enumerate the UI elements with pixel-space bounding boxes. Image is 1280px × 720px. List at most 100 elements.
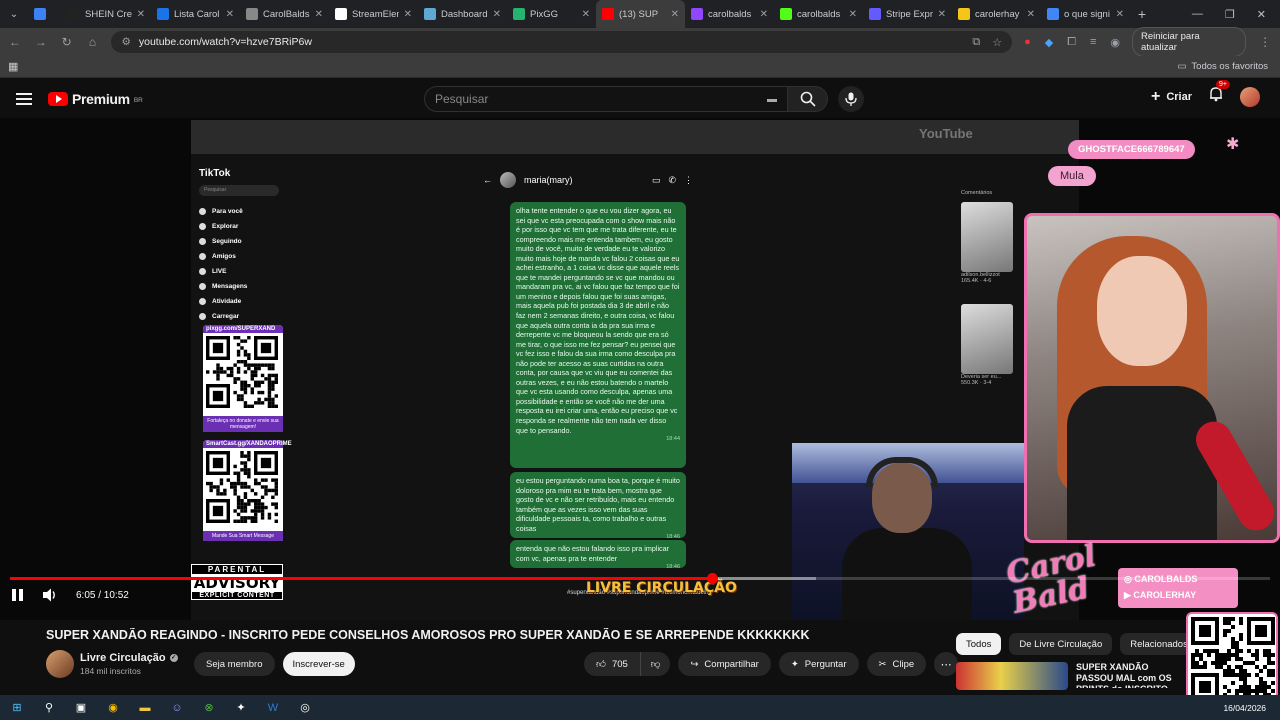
search-input[interactable]: Pesquisar ▬ — [424, 86, 788, 112]
microphone-icon — [845, 92, 857, 106]
reload-icon[interactable]: ↻ — [60, 35, 74, 49]
chat-message-2-text: eu estou perguntando numa boa ta, porque… — [516, 476, 680, 533]
close-tab-icon[interactable]: ✕ — [760, 9, 768, 20]
browser-tab[interactable]: Dashboard ✕ — [418, 0, 507, 28]
chip-all[interactable]: Todos — [956, 633, 1002, 655]
browser-tab[interactable]: Stripe Expr ✕ — [863, 0, 952, 28]
menu-icon[interactable] — [16, 93, 32, 105]
dislike-button[interactable]: 👎︎ — [640, 652, 671, 676]
site-info-icon[interactable]: ⚙ — [121, 36, 130, 48]
close-tab-icon[interactable]: ✕ — [671, 9, 679, 20]
clip-button[interactable]: ✂ Clipe — [866, 652, 927, 676]
channel-avatar[interactable] — [46, 650, 74, 678]
back-icon[interactable]: ← — [8, 35, 22, 49]
extensions-puzzle-icon[interactable]: ⧠ — [1067, 36, 1076, 49]
close-tab-icon[interactable]: ✕ — [938, 9, 946, 20]
create-button[interactable]: + Criar — [1151, 88, 1192, 106]
tiktok-nav-icon — [199, 223, 206, 230]
new-tab-button[interactable]: + — [1130, 6, 1154, 22]
extension-blue-icon[interactable]: ◆ — [1045, 36, 1053, 49]
chat-message-2: eu estou perguntando numa boa ta, porque… — [510, 472, 686, 540]
apps-grid-icon[interactable]: ▦ — [8, 60, 18, 73]
share-button[interactable]: ↪ Compartilhar — [678, 652, 771, 676]
chrome-icon[interactable]: ◉ — [104, 699, 122, 717]
channel-name-row[interactable]: Livre Circulação ✓ — [80, 652, 184, 664]
restore-icon[interactable]: ❐ — [1225, 8, 1235, 21]
home-icon[interactable]: ⌂ — [86, 35, 100, 49]
search-icon — [800, 91, 816, 107]
browser-tab[interactable]: ✕ — [28, 0, 62, 28]
browser-tab[interactable]: o que signi ✕ — [1041, 0, 1130, 28]
recommended-video[interactable]: SUPER XANDÃO PASSOU MAL com OS PRINTS do… — [956, 662, 1186, 690]
browser-tab[interactable]: carolerhay ✕ — [952, 0, 1041, 28]
close-tab-icon[interactable]: ✕ — [493, 9, 501, 20]
close-tab-icon[interactable]: ✕ — [582, 9, 590, 20]
account-avatar[interactable] — [1240, 86, 1260, 107]
browser-tab[interactable]: StreamElem ✕ — [329, 0, 418, 28]
ask-button[interactable]: ✦ Perguntar — [778, 652, 859, 676]
browser-tab[interactable]: (13) SUP ✕ — [596, 0, 685, 28]
pause-icon[interactable] — [12, 589, 24, 601]
phone-icon: ✆ — [668, 174, 676, 185]
qr-card-smartcast-url: SmartCast.gg/XANDAOPRIME — [203, 440, 292, 448]
qr-code-smartcast — [206, 451, 278, 523]
xbox-icon[interactable]: ⊗ — [200, 699, 218, 717]
file-explorer-icon[interactable]: ▬ — [136, 699, 154, 717]
minimize-icon[interactable]: — — [1192, 8, 1203, 21]
windows-start-icon[interactable]: ⊞ — [8, 699, 26, 717]
browser-tab[interactable]: PixGG ✕ — [507, 0, 596, 28]
address-bar[interactable]: ⚙ youtube.com/watch?v=hzve7BRiP6w ⧉ ☆ — [111, 31, 1013, 53]
advisory-top: PARENTAL — [207, 565, 267, 574]
browser-menu-icon[interactable]: ⋮ — [1258, 35, 1272, 49]
task-view-icon[interactable]: ▣ — [72, 699, 90, 717]
qr-code-pix — [206, 336, 278, 408]
close-tab-icon[interactable]: ✕ — [1116, 9, 1124, 20]
keyboard-icon[interactable]: ▬ — [767, 94, 777, 105]
restart-update-button[interactable]: Reiniciar para atualizar — [1132, 27, 1247, 57]
progress-scrubber[interactable] — [706, 573, 718, 584]
chip-from-channel[interactable]: De Livre Circulação — [1009, 633, 1113, 655]
browser-tab[interactable]: carolbalds ✕ — [685, 0, 774, 28]
search-button[interactable] — [788, 86, 828, 112]
join-button[interactable]: Seja membro — [194, 652, 275, 676]
word-icon[interactable]: W — [264, 699, 282, 717]
channel-info: Livre Circulação ✓ 184 mil inscritos — [80, 652, 184, 676]
all-favorites[interactable]: ▭ Todos os favoritos — [1177, 61, 1272, 72]
browser-tab[interactable]: CarolBalds ✕ — [240, 0, 329, 28]
browser-tab[interactable]: SHEIN Crea ✕ — [62, 0, 151, 28]
extension-red-icon[interactable]: ● — [1024, 36, 1031, 49]
taskbar-search-icon[interactable]: ⚲ — [40, 699, 58, 717]
close-tab-icon[interactable]: ✕ — [315, 9, 323, 20]
close-tab-icon[interactable]: ✕ — [1027, 9, 1035, 20]
voice-search-button[interactable] — [838, 86, 864, 112]
recommended-thumbnail[interactable] — [956, 662, 1068, 690]
browser-tab[interactable]: carolbalds ✕ — [774, 0, 863, 28]
close-tab-icon[interactable]: ✕ — [849, 9, 857, 20]
subscribe-button[interactable]: Inscrever-se — [282, 652, 355, 676]
profile-icon[interactable]: ◉ — [1110, 36, 1120, 49]
like-button[interactable]: 👍︎ 705 — [584, 652, 641, 676]
volume-icon[interactable] — [42, 588, 58, 602]
notifications-button[interactable]: 9+ — [1208, 80, 1230, 107]
browser-tab[interactable]: Lista Carol ✕ — [151, 0, 240, 28]
youtube-logo[interactable]: Premium BR — [48, 91, 143, 107]
close-window-icon[interactable]: ✕ — [1257, 8, 1266, 21]
video-player[interactable]: YouTube TikTok Pesquisar Para você Explor… — [0, 118, 1280, 620]
app-icon[interactable]: ✦ — [232, 699, 250, 717]
recommended-title[interactable]: SUPER XANDÃO PASSOU MAL com OS PRINTS do… — [1076, 662, 1186, 688]
discord-icon[interactable]: ☺ — [168, 699, 186, 717]
tab-search-button[interactable]: ⌄ — [0, 0, 28, 28]
install-app-icon[interactable]: ⧉ — [972, 36, 980, 49]
close-tab-icon[interactable]: ✕ — [137, 9, 145, 20]
channel-name[interactable]: Livre Circulação — [80, 652, 166, 664]
country-code: BR — [133, 97, 143, 104]
bookmark-star-icon[interactable]: ☆ — [992, 36, 1002, 49]
sparkle-ai-icon: ✦ — [790, 658, 799, 670]
progress-bar[interactable] — [10, 573, 1270, 584]
more-actions-button[interactable]: ⋯ — [934, 652, 959, 676]
forward-icon[interactable]: → — [34, 35, 48, 49]
close-tab-icon[interactable]: ✕ — [226, 9, 234, 20]
close-tab-icon[interactable]: ✕ — [404, 9, 412, 20]
obs-icon[interactable]: ◎ — [296, 699, 314, 717]
reading-list-icon[interactable]: ≡ — [1090, 36, 1096, 49]
